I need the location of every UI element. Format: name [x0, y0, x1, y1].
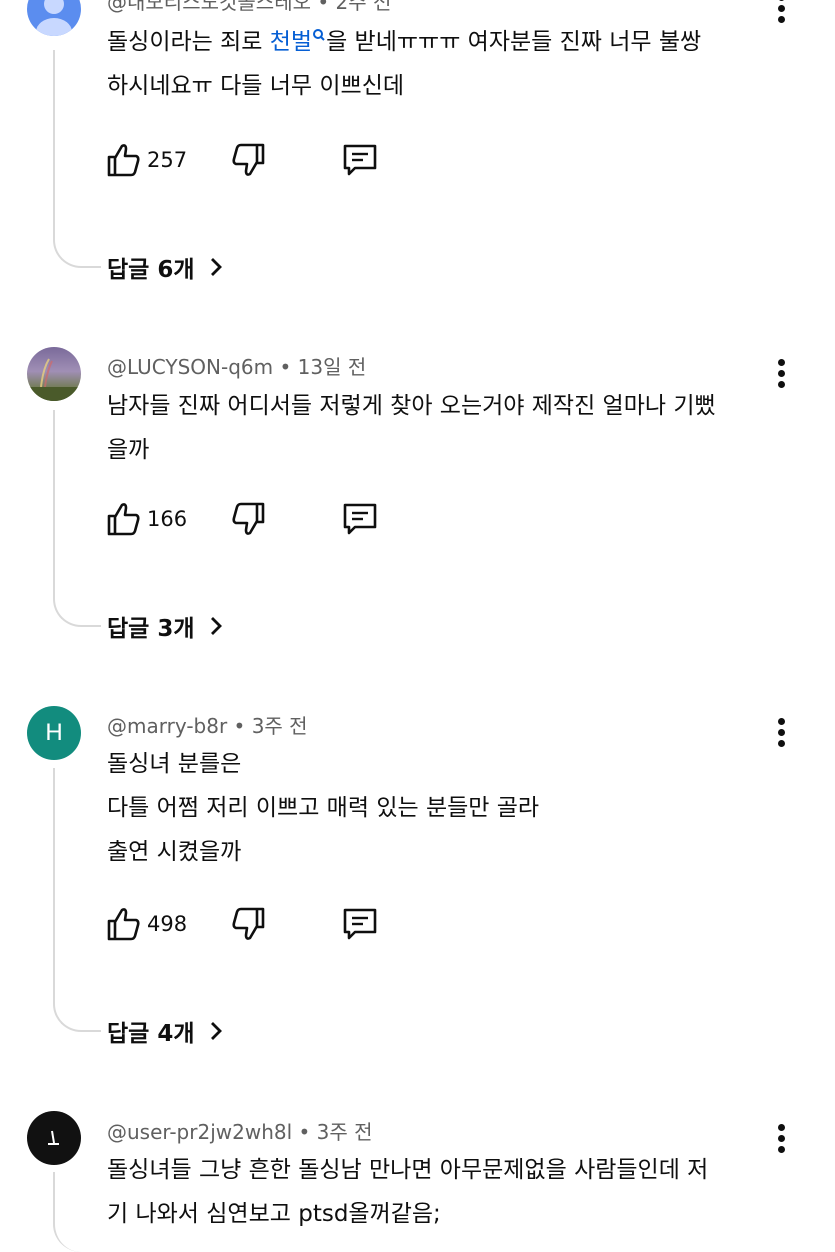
comment-time: 2주 전: [335, 0, 392, 14]
thread-line: [53, 768, 101, 1032]
like-button[interactable]: 166: [105, 499, 187, 539]
reply-comment-icon: [343, 908, 377, 940]
comment-line: 다틀 어쩜 저리 이쁘고 매력 있는 분들만 골라: [107, 795, 540, 821]
like-count: 498: [147, 912, 188, 936]
replies-label: 답글 3개: [107, 616, 195, 642]
avatar[interactable]: H: [27, 706, 81, 760]
comment-time: 3주 전: [316, 1120, 373, 1144]
replies-label: 답글 4개: [107, 1021, 195, 1047]
comment-actions: 166: [105, 499, 425, 539]
comment-line: 돌싱녀들 그냥 흔한 돌싱남 만나면 아무문제없을 사람들인데 저: [107, 1157, 709, 1183]
profile-symbol-icon: [48, 1130, 59, 1145]
meta-separator: •: [279, 355, 292, 379]
more-vertical-icon: [777, 1124, 785, 1131]
dislike-button[interactable]: [231, 499, 267, 539]
meta-separator: •: [298, 1120, 311, 1144]
comment-line: 출연 시켰을까: [107, 839, 242, 865]
view-replies-button[interactable]: 답글 6개: [107, 247, 223, 287]
chevron-right-icon: [210, 1022, 222, 1040]
comment-line: 기 나와서 심연보고 ptsd올꺼같음;: [107, 1201, 441, 1227]
comment-line: 하시네요ㅠ 다들 너무 이쁘신데: [107, 73, 405, 99]
comment-author[interactable]: @marry-b8r: [107, 714, 227, 738]
meta-separator: •: [233, 714, 246, 738]
like-count: 257: [147, 148, 188, 172]
search-icon: [313, 29, 325, 41]
dislike-button[interactable]: [231, 904, 267, 944]
view-replies-button[interactable]: 답글 3개: [107, 606, 223, 646]
comment-actions: 498: [105, 904, 425, 944]
comment-text: 돌싱녀들 그냥 흔한 돌싱남 만나면 아무문제없을 사람들인데 저 기 나와서 …: [107, 1148, 787, 1236]
meta-separator: •: [317, 0, 330, 14]
avatar[interactable]: [27, 1111, 81, 1165]
comment-line: 을까: [107, 437, 150, 463]
comment-line: 돌싱이라는 죄로 천벌 을 받네ㅠㅠㅠ 여자분들 진짜 너무 불쌍: [107, 29, 702, 55]
avatar-letter: H: [45, 719, 63, 746]
thumbs-up-icon: [107, 144, 140, 177]
comment-meta: @LUCYSON-q6m • 13일 전: [107, 351, 366, 380]
comment-time: 13일 전: [297, 355, 367, 379]
dislike-button[interactable]: [231, 140, 267, 180]
comment-time: 3주 전: [251, 714, 308, 738]
thumbs-up-icon: [107, 908, 140, 941]
like-count: 166: [147, 507, 188, 531]
comment-author[interactable]: @내모리스도깃볼스테오: [107, 0, 311, 14]
like-button[interactable]: 498: [105, 904, 187, 944]
comment-text: 남자들 진짜 어디서들 저렇게 찾아 오는거야 제작진 얼마나 기뻤 을까: [107, 384, 787, 472]
thumbs-up-icon: [107, 503, 140, 536]
avatar[interactable]: [27, 0, 81, 36]
comment-author[interactable]: @user-pr2jw2wh8l: [107, 1120, 292, 1144]
chevron-right-icon: [210, 617, 222, 635]
thread-line: [53, 50, 101, 268]
more-vertical-icon: [777, 718, 785, 725]
comment-actions: 257: [105, 140, 425, 180]
comment-line: 남자들 진짜 어디서들 저렇게 찾아 오는거야 제작진 얼마나 기뻤: [107, 393, 716, 419]
comment-author[interactable]: @LUCYSON-q6m: [107, 355, 273, 379]
thumbs-down-icon: [232, 143, 265, 176]
comment-text: 돌싱이라는 죄로 천벌 을 받네ㅠㅠㅠ 여자분들 진짜 너무 불쌍 하시네요ㅠ 다…: [107, 20, 787, 108]
search-link[interactable]: 천벌: [270, 29, 326, 55]
comment-meta: @내모리스도깃볼스테오 • 2주 전: [107, 0, 391, 15]
default-avatar-icon: [36, 0, 72, 36]
thumbs-down-icon: [232, 502, 265, 535]
more-vertical-icon: [777, 0, 785, 1]
replies-label: 답글 6개: [107, 257, 195, 283]
avatar[interactable]: [27, 347, 81, 401]
comment-text: 돌싱녀 분를은 다틀 어쩜 저리 이쁘고 매력 있는 분들만 골라 출연 시켰을…: [107, 742, 787, 874]
comment-line: 돌싱녀 분를은: [107, 751, 242, 777]
reply-button[interactable]: [341, 904, 379, 944]
reply-button[interactable]: [341, 140, 379, 180]
reply-comment-icon: [343, 503, 377, 535]
like-button[interactable]: 257: [105, 140, 187, 180]
chevron-right-icon: [210, 258, 222, 276]
comment-meta: @user-pr2jw2wh8l • 3주 전: [107, 1116, 373, 1145]
comment-meta: @marry-b8r • 3주 전: [107, 710, 308, 739]
more-vertical-icon: [777, 359, 785, 366]
thread-line: [53, 1172, 101, 1252]
thread-line: [53, 410, 101, 627]
reply-comment-icon: [343, 144, 377, 176]
reply-button[interactable]: [341, 499, 379, 539]
view-replies-button[interactable]: 답글 4개: [107, 1011, 223, 1051]
profile-photo-icon: [27, 358, 81, 401]
thumbs-down-icon: [232, 907, 265, 940]
